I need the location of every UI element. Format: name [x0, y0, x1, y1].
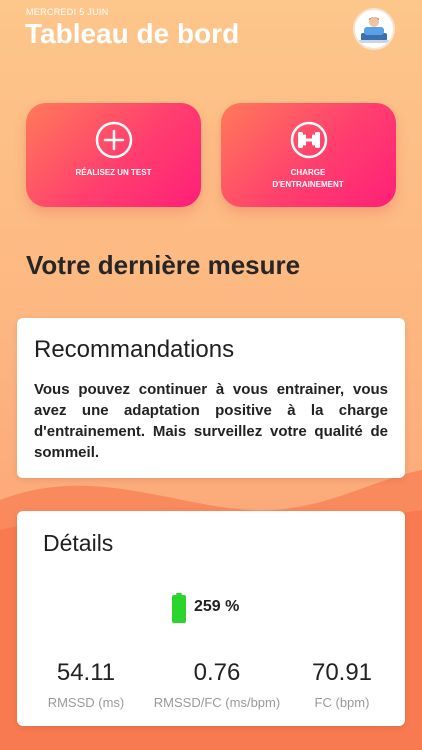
- metric-rmssd: 54.11 RMSSD (ms): [16, 659, 156, 710]
- metric-value: 70.91: [311, 659, 373, 686]
- date-label: MERCREDI 5 JUIN: [26, 7, 109, 17]
- page-title: Tableau de bord: [25, 18, 240, 49]
- plus-circle-icon: [95, 121, 132, 159]
- metric-rmssd-fc: 0.76 RMSSD/FC (ms/bpm): [147, 659, 287, 710]
- metric-label: RMSSD/FC (ms/bpm): [153, 695, 281, 710]
- perform-test-label: RÉALISEZ UN TEST: [75, 168, 152, 177]
- recommendations-card: Recommandations Vous pouvez continuer à …: [17, 318, 405, 478]
- avatar[interactable]: [353, 8, 395, 50]
- recommendations-text: Vous pouvez continuer à vous entrainer, …: [34, 381, 388, 461]
- training-load-button[interactable]: CHARGE D'ENTRAINEMENT: [221, 103, 396, 207]
- metric-label: FC (bpm): [314, 695, 370, 710]
- metric-fc: 70.91 FC (bpm): [272, 659, 412, 710]
- training-load-label: CHARGE D'ENTRAINEMENT: [272, 168, 344, 189]
- details-title: Détails: [43, 530, 114, 556]
- user-avatar-icon: [355, 10, 393, 48]
- details-card: Détails 259 % 54.11 RMSSD (ms) 0.76 RMSS…: [17, 511, 405, 726]
- metric-label: RMSSD (ms): [47, 695, 125, 710]
- perform-test-button[interactable]: RÉALISEZ UN TEST: [26, 103, 201, 207]
- recommendations-title: Recommandations: [34, 336, 235, 363]
- battery-icon: [172, 593, 186, 623]
- dumbbell-icon: [290, 121, 327, 159]
- metric-value: 0.76: [193, 659, 241, 686]
- last-measure-title: Votre dernière mesure: [26, 250, 301, 280]
- percentage-value: 259 %: [194, 598, 240, 615]
- metric-value: 54.11: [56, 659, 116, 686]
